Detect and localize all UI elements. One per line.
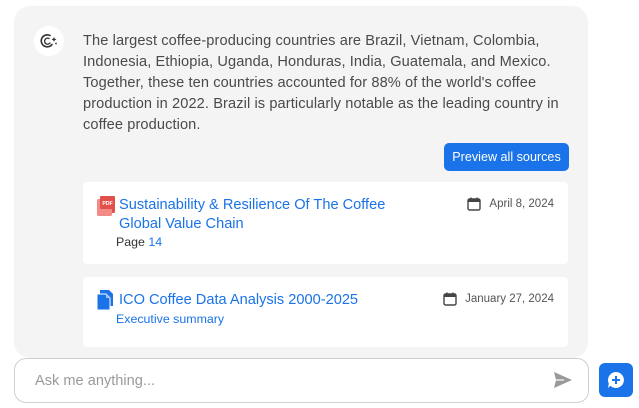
source-page-reference[interactable]: Page 14 xyxy=(116,235,162,249)
preview-all-sources-button[interactable]: Preview all sources xyxy=(444,143,569,171)
source-date: January 27, 2024 xyxy=(443,292,554,306)
svg-text:PDF: PDF xyxy=(102,201,112,207)
source-date: April 8, 2024 xyxy=(467,197,554,211)
page-label: Page xyxy=(116,235,145,249)
chat-input[interactable] xyxy=(35,359,535,402)
add-chat-icon xyxy=(607,372,624,388)
ai-assistant-icon xyxy=(40,34,57,48)
new-chat-button[interactable] xyxy=(599,363,633,397)
send-button[interactable] xyxy=(552,370,574,392)
page-number-link[interactable]: 14 xyxy=(148,235,162,249)
source-section-link[interactable]: Executive summary xyxy=(116,312,224,326)
assistant-answer-text: The largest coffee-producing countries a… xyxy=(83,33,559,133)
source-date-text: April 8, 2024 xyxy=(489,198,554,210)
chat-input-box xyxy=(14,358,589,403)
source-card[interactable]: PDF Sustainability & Resilience Of The C… xyxy=(83,182,568,264)
source-title-link[interactable]: ICO Coffee Data Analysis 2000-2025 xyxy=(119,291,419,310)
source-card[interactable]: ICO Coffee Data Analysis 2000-2025 Execu… xyxy=(83,277,568,347)
chat-message-panel: The largest coffee-producing countries a… xyxy=(14,6,588,358)
calendar-icon xyxy=(443,292,457,306)
document-icon xyxy=(97,290,113,310)
pdf-file-icon: PDF xyxy=(97,196,115,216)
assistant-avatar xyxy=(34,26,64,56)
source-date-text: January 27, 2024 xyxy=(465,293,554,305)
send-icon xyxy=(554,372,572,388)
source-title-link[interactable]: Sustainability & Resilience Of The Coffe… xyxy=(119,196,404,234)
calendar-icon xyxy=(467,197,482,211)
